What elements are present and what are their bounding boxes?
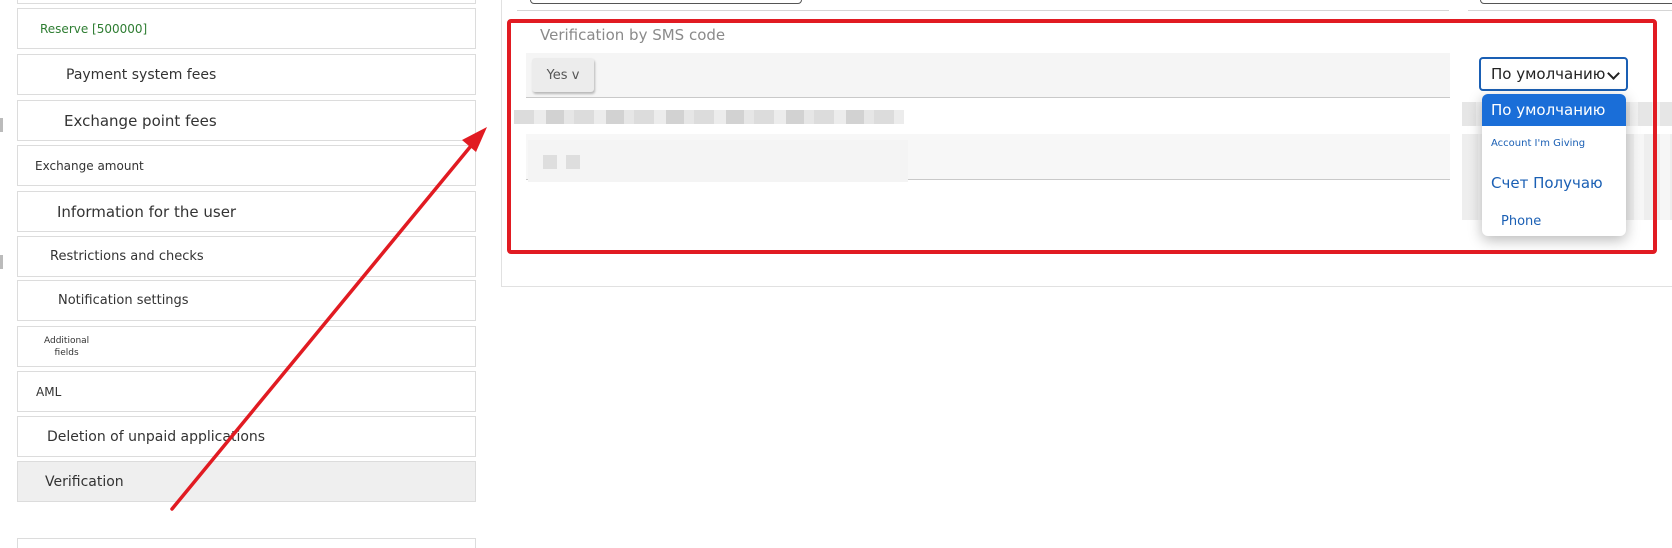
sidebar-item-label: Reserve [500000] — [40, 21, 148, 36]
edge-mark — [0, 255, 3, 269]
input-field-partial[interactable] — [530, 0, 802, 4]
sidebar-item-verification[interactable]: Verification — [17, 461, 476, 502]
sidebar-item-reserve[interactable]: Reserve [500000] — [17, 8, 476, 49]
sidebar-item-exchange-amount[interactable]: Exchange amount — [17, 145, 476, 186]
label-line: Additional — [44, 335, 90, 346]
sidebar-item-deletion-unpaid[interactable]: Deletion of unpaid applications — [17, 416, 476, 457]
sidebar-item-label: Notification settings — [58, 293, 189, 308]
sidebar-item-label: AML — [36, 384, 62, 399]
sidebar-item-additional-fields[interactable]: Additional fields — [17, 326, 476, 367]
select-option-phone[interactable]: Phone — [1482, 214, 1626, 229]
sidebar-item-partial-top — [17, 0, 476, 4]
sms-verification-row — [526, 53, 1450, 98]
divider — [517, 10, 1449, 11]
sidebar-item-label: Additional fields — [44, 335, 89, 359]
sms-verification-toggle[interactable]: Yes v — [532, 58, 594, 92]
blurred-field — [528, 140, 908, 182]
blurred-content — [543, 155, 557, 169]
blurred-content — [566, 155, 580, 169]
select-option-account-receiving[interactable]: Счет Получаю — [1482, 174, 1626, 192]
sidebar-item-label: Exchange point fees — [64, 111, 217, 130]
select-option-default[interactable]: По умолчанию — [1482, 94, 1626, 126]
sidebar-item-information-for-user[interactable]: Information for the user — [17, 191, 476, 232]
sidebar-item-label: Payment system fees — [66, 66, 217, 83]
sms-verification-title: Verification by SMS code — [540, 26, 726, 44]
sidebar-item-notification-settings[interactable]: Notification settings — [17, 280, 476, 321]
edge-mark — [0, 118, 3, 132]
sidebar-item-exchange-point-fees[interactable]: Exchange point fees — [17, 100, 476, 141]
settings-sidebar: Reserve [500000] Payment system fees Exc… — [17, 0, 476, 548]
sidebar-item-restrictions-and-checks[interactable]: Restrictions and checks — [17, 236, 476, 277]
select-option-account-giving[interactable]: Account I'm Giving — [1482, 138, 1626, 149]
phone-source-select[interactable]: По умолчанию — [1479, 57, 1628, 91]
divider — [1468, 10, 1672, 11]
sidebar-item-label: Deletion of unpaid applications — [47, 428, 266, 445]
sidebar-item-aml[interactable]: AML — [17, 371, 476, 412]
sidebar-item-label: Exchange amount — [35, 158, 144, 173]
sidebar-item-payment-system-fees[interactable]: Payment system fees — [17, 54, 476, 95]
select-value: По умолчанию — [1491, 65, 1606, 83]
sidebar-item-label: Information for the user — [57, 202, 237, 221]
select-field-partial[interactable] — [1480, 0, 1672, 4]
label-line: fields — [54, 347, 79, 358]
chevron-down-icon — [1607, 67, 1620, 80]
select-dropdown-menu: По умолчанию Account I'm Giving Счет Пол… — [1482, 94, 1626, 236]
blurred-label — [514, 110, 904, 124]
sidebar-item-partial-bottom — [17, 538, 476, 548]
page: Reserve [500000] Payment system fees Exc… — [0, 0, 1672, 548]
sidebar-item-label: Restrictions and checks — [50, 249, 204, 264]
sidebar-item-label: Verification — [45, 473, 124, 490]
